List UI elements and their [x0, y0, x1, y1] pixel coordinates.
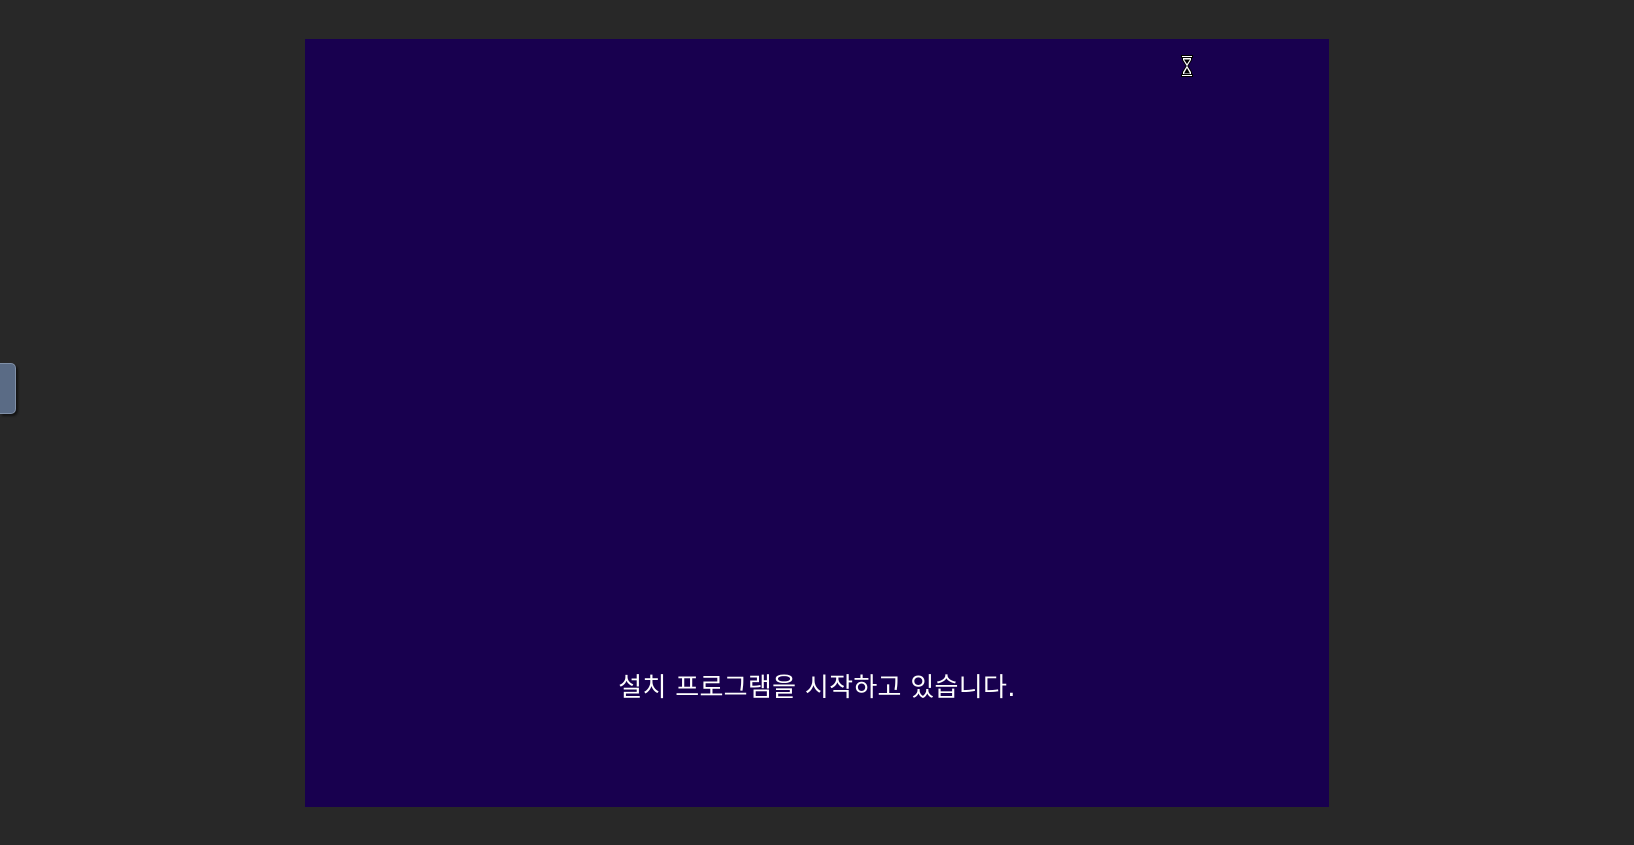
setup-status-message: 설치 프로그램을 시작하고 있습니다.	[618, 673, 1016, 703]
vm-display[interactable]: 설치 프로그램을 시작하고 있습니다.	[305, 39, 1329, 807]
hourglass-icon	[1181, 55, 1193, 77]
vm-viewer: 설치 프로그램을 시작하고 있습니다.	[0, 0, 1634, 845]
side-panel-handle[interactable]	[0, 363, 16, 414]
